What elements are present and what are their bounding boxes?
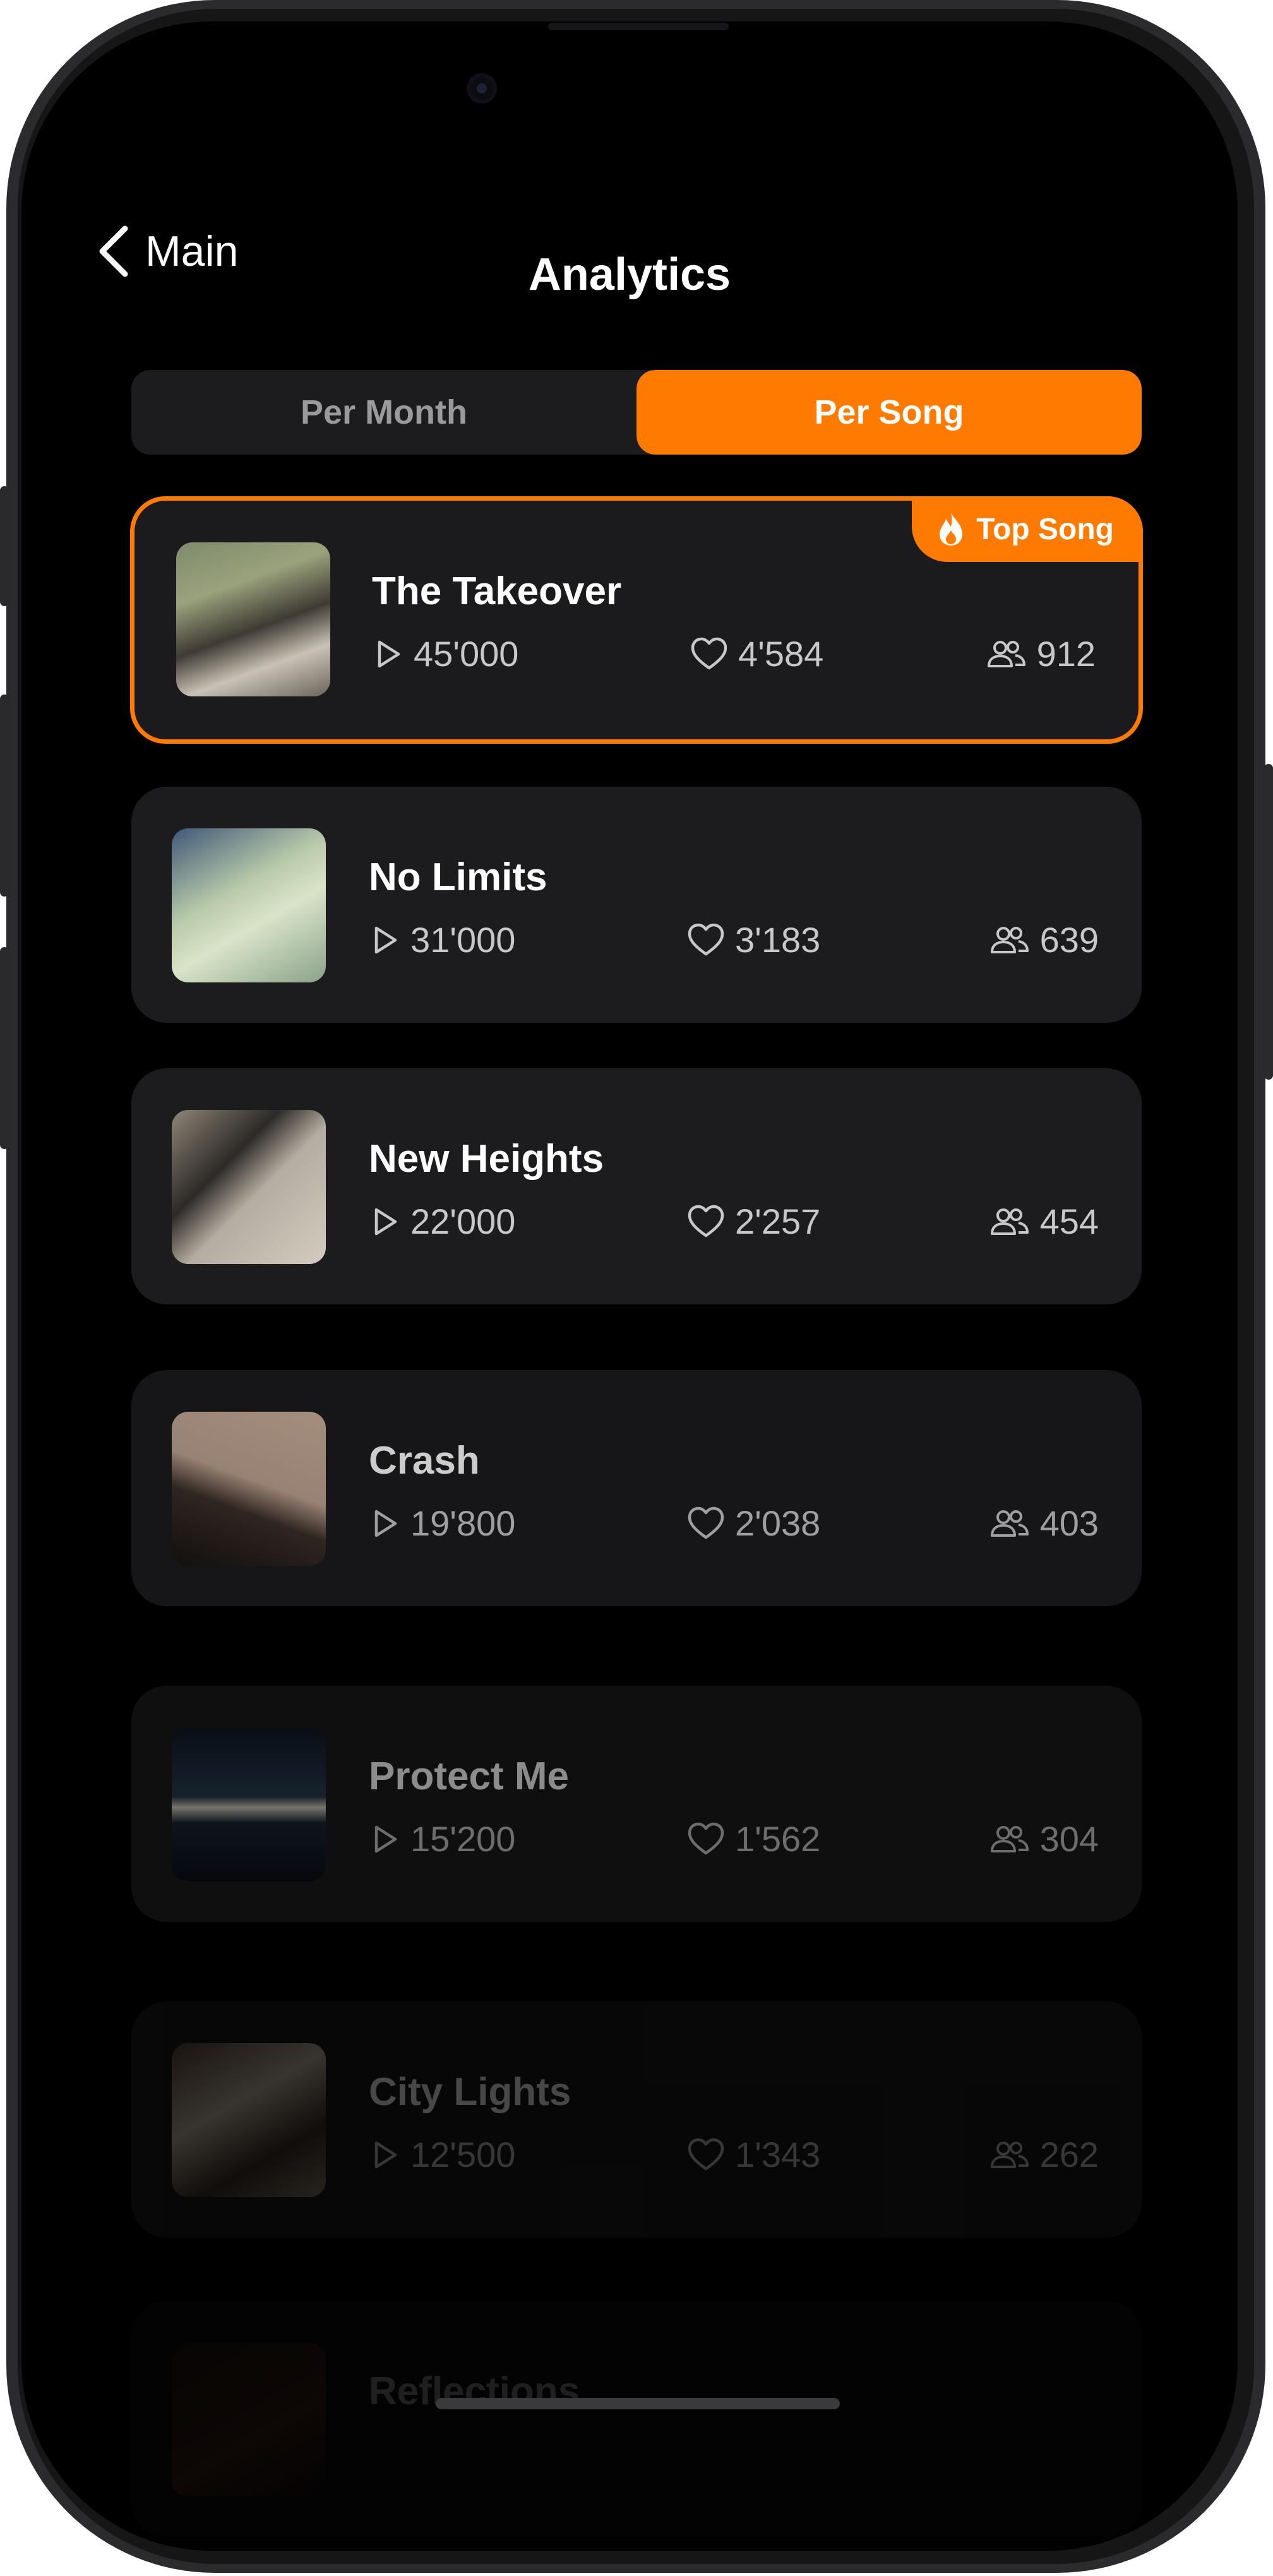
home-indicator[interactable]	[436, 2398, 840, 2409]
plays-count: 12'500	[410, 2135, 516, 2174]
likes-count: 2'257	[735, 1202, 821, 1241]
song-card[interactable]: No Limits 31'000 3'183 639	[131, 787, 1142, 1023]
listeners-stat: 262	[989, 2134, 1099, 2175]
likes-count: 1'562	[735, 1819, 821, 1859]
plays-stat: 45'000	[372, 633, 518, 674]
listeners-stat: 403	[989, 1503, 1099, 1544]
song-card[interactable]: City Lights 12'500 1'343 262	[131, 2001, 1142, 2238]
likes-count: 1'343	[735, 2135, 821, 2174]
people-icon	[990, 1510, 1029, 1537]
front-camera	[467, 73, 497, 104]
album-art	[172, 828, 326, 982]
likes-count: 2'038	[735, 1503, 821, 1543]
album-art	[172, 1110, 326, 1264]
top-song-badge-label: Top Song	[976, 512, 1114, 546]
play-icon	[374, 926, 397, 953]
song-title: City Lights	[369, 2070, 571, 2114]
plays-count: 22'000	[410, 1202, 516, 1241]
page-title: Analytics	[528, 249, 731, 300]
people-icon	[990, 1825, 1029, 1852]
album-art	[172, 2043, 326, 2197]
top-song-badge: Top Song	[912, 496, 1143, 562]
likes-count: 4'584	[738, 634, 824, 674]
heart-icon	[688, 1205, 724, 1237]
heart-icon	[688, 923, 724, 955]
people-icon	[990, 926, 1029, 953]
listeners-stat: 454	[989, 1201, 1099, 1242]
action-button	[0, 486, 9, 606]
power-button	[1264, 764, 1273, 1080]
song-card[interactable]: Protect Me 15'200 1'562 304	[131, 1686, 1142, 1922]
period-segmented-control: Per Month Per Song	[131, 370, 1142, 455]
listeners-stat: 912	[986, 633, 1096, 674]
listeners-stat: 304	[989, 1818, 1099, 1859]
plays-stat: 12'500	[369, 2134, 515, 2175]
tab-per-song[interactable]: Per Song	[636, 370, 1142, 455]
song-title: The Takeover	[372, 569, 622, 613]
song-title: New Heights	[369, 1137, 604, 1181]
song-card[interactable]: The Takeover 45'000 4'584 912 Top Song	[130, 496, 1143, 744]
play-icon	[374, 1825, 397, 1852]
heart-icon	[688, 1822, 724, 1854]
listeners-count: 639	[1039, 920, 1099, 960]
plays-stat: 22'000	[369, 1201, 515, 1242]
people-icon	[987, 640, 1025, 667]
speaker-grille	[548, 23, 729, 30]
song-card[interactable]: Crash 19'800 2'038 403	[131, 1370, 1142, 1606]
album-art	[176, 542, 330, 696]
album-art	[172, 1727, 326, 1881]
play-icon	[374, 2141, 397, 2168]
listeners-count: 454	[1039, 1202, 1099, 1241]
song-title: Crash	[369, 1439, 480, 1482]
people-icon	[990, 1208, 1029, 1235]
tab-per-month[interactable]: Per Month	[131, 370, 636, 455]
volume-down-button	[0, 947, 9, 1149]
heart-icon	[688, 1506, 724, 1539]
album-art	[172, 1412, 326, 1566]
likes-count: 3'183	[735, 920, 821, 960]
people-icon	[990, 2141, 1029, 2168]
plays-stat: 31'000	[369, 919, 515, 960]
likes-stat: 4'584	[690, 633, 823, 674]
song-title: No Limits	[369, 856, 547, 899]
song-card[interactable]: New Heights 22'000 2'257 454	[131, 1068, 1142, 1304]
play-icon	[378, 640, 400, 667]
plays-stat: 15'200	[369, 1818, 515, 1859]
likes-stat: 1'562	[687, 1818, 820, 1859]
likes-stat: 3'183	[687, 919, 820, 960]
plays-count: 19'800	[410, 1503, 516, 1543]
play-icon	[374, 1208, 397, 1235]
likes-stat: 2'038	[687, 1503, 820, 1544]
listeners-count: 262	[1039, 2135, 1099, 2174]
play-icon	[374, 1510, 397, 1537]
screen: Main Analytics Per Month Per Song The Ta…	[21, 21, 1238, 2551]
volume-up-button	[0, 695, 9, 897]
likes-stat: 2'257	[687, 1201, 820, 1242]
song-title: Protect Me	[369, 1755, 569, 1798]
plays-stat: 19'800	[369, 1503, 515, 1544]
likes-stat: 1'343	[687, 2134, 820, 2175]
listeners-count: 912	[1036, 634, 1096, 674]
listeners-count: 304	[1039, 1819, 1099, 1859]
flame-icon	[940, 513, 963, 546]
heart-icon	[691, 637, 727, 669]
listeners-count: 403	[1039, 1503, 1099, 1543]
listeners-stat: 639	[989, 919, 1099, 960]
song-card[interactable]: Reflections	[131, 2301, 1142, 2537]
heart-icon	[688, 2138, 724, 2170]
album-art	[172, 2342, 326, 2496]
plays-count: 45'000	[414, 634, 519, 674]
plays-count: 15'200	[410, 1819, 516, 1859]
plays-count: 31'000	[410, 920, 516, 960]
